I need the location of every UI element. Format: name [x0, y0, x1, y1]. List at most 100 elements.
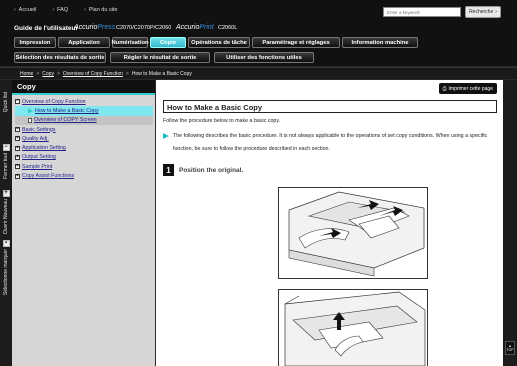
nav-copy[interactable]: Copie — [150, 37, 186, 48]
rail-open-new[interactable]: + Ouvrir Nouveau — [0, 190, 12, 234]
top-links: › Accueil › FAQ › Plan du site — [14, 7, 118, 13]
tree-item-label: How to Make a Basic Copy — [35, 107, 99, 114]
breadcrumb-overview[interactable]: Overview of Copy Function — [63, 71, 123, 77]
breadcrumb-separator: > — [125, 71, 129, 77]
rail-close-all[interactable]: − Fermer tout — [0, 144, 12, 179]
tree-item-label: Copy Assist Functions — [22, 173, 75, 180]
tree-item-overview[interactable]: − Overview of Copy Function — [15, 97, 155, 106]
breadcrumb-separator: > — [36, 71, 40, 77]
rail-quick-list[interactable]: Quick list — [0, 92, 12, 112]
brand-print-a: Accurio — [176, 24, 200, 31]
nav-machine-info[interactable]: Information machine — [342, 37, 418, 48]
nav-adjust-output[interactable]: Régler le résultat de sortie — [110, 52, 210, 63]
nav-application[interactable]: Application — [58, 37, 110, 48]
minus-icon: − — [2, 144, 10, 151]
tree-item-label: Output Setting — [22, 154, 56, 161]
lock-icon: ▪ — [2, 240, 10, 247]
step-number: 1 — [163, 164, 174, 176]
chevron-right-icon: › — [14, 7, 16, 13]
nav-settings[interactable]: Paramétrage et réglages — [252, 37, 340, 48]
chevron-right-icon: › — [52, 7, 55, 13]
printer-icon: ⎙ — [442, 85, 447, 92]
sitemap-link[interactable]: › Plan du site — [84, 7, 117, 13]
scroll-top-button[interactable]: ▲ TOP — [505, 341, 515, 355]
nav-output-selection[interactable]: Sélection des résultats de sortie — [14, 52, 106, 63]
search-button-label: Recherche — [469, 9, 494, 15]
tree-item-basic-copy[interactable]: How to Make a Basic Copy — [15, 106, 153, 116]
intro-text: Follow the procedure below to make a bas… — [163, 118, 281, 124]
tree-item-assist[interactable]: + Copy Assist Functions — [15, 171, 155, 180]
title-row: Guide de l'utilisateur AccurioPress C207… — [0, 22, 517, 36]
rail-quick-list-label: Quick list — [3, 92, 9, 113]
tree-item-basic-settings[interactable]: + Basic Settings — [15, 125, 155, 134]
rail-close-all-label: Fermer tout — [3, 153, 9, 179]
models-print: C2060L — [218, 25, 238, 31]
breadcrumb-home[interactable]: Home — [20, 71, 33, 77]
faq-link-label: FAQ — [57, 7, 69, 13]
note-text: The following describes the basic proced… — [173, 133, 488, 152]
tree-item-quality[interactable]: + Quality Adj. — [15, 134, 155, 143]
search-input[interactable] — [383, 7, 461, 17]
nav-printing[interactable]: Impression — [14, 37, 56, 48]
illustration-platen — [278, 289, 428, 366]
breadcrumb-separator: > — [56, 71, 60, 77]
rail-open-new-label: Ouvrir Nouveau — [3, 199, 9, 235]
rail-mark[interactable]: ▪ Sélectionne marquer — [0, 240, 12, 295]
step-1: 1 Position the original. — [163, 164, 243, 176]
faq-link[interactable]: › FAQ — [52, 7, 68, 13]
tree-item-output[interactable]: + Output Setting — [15, 153, 155, 162]
collapse-icon: − — [15, 98, 20, 105]
tree-item-label: Overview of COPY Screen — [34, 117, 97, 124]
tree-item-application[interactable]: + Application Setting — [15, 143, 155, 152]
page-title: How to Make a Basic Copy — [163, 100, 497, 113]
expand-icon: + — [15, 135, 20, 142]
tree-item-copy-screen[interactable]: Overview of COPY Screen — [15, 115, 153, 125]
triangle-bullet-icon — [163, 133, 169, 139]
chevron-right-icon: › — [84, 7, 86, 13]
expand-icon: + — [15, 153, 20, 160]
sidebar-heading: Copy — [12, 80, 155, 93]
home-link-label: Accueil — [18, 7, 37, 13]
print-page-button[interactable]: ⎙ Imprimer cette page — [438, 83, 497, 94]
expand-icon: + — [15, 172, 20, 179]
tree-item-label: Application Setting — [22, 145, 66, 152]
chevron-right-icon: › — [495, 9, 497, 15]
plus-icon: + — [2, 190, 10, 197]
brand-press-b: Press — [97, 24, 116, 31]
search-button[interactable]: Recherche › — [465, 6, 501, 18]
right-rail — [503, 80, 517, 366]
expand-icon: + — [15, 144, 20, 151]
main-content: ⎙ Imprimer cette page How to Make a Basic… — [156, 80, 503, 366]
nav-job-operations[interactable]: Opérations de tâche — [188, 37, 250, 48]
breadcrumb-current: How to Make a Basic Copy — [131, 71, 192, 77]
illustration-adf — [278, 187, 428, 279]
note: The following describes the basic proced… — [163, 130, 497, 156]
sub-nav: Sélection des résultats de sortie Régler… — [14, 52, 314, 63]
tree-item-sample-print[interactable]: + Sample Print — [15, 162, 155, 171]
sidebar: Copy − Overview of Copy Function How to M… — [12, 80, 155, 366]
tree-item-label: Basic Settings — [22, 126, 56, 133]
platen-drawing — [284, 291, 426, 366]
home-link[interactable]: › Accueil — [14, 7, 36, 13]
brand-logo-press: AccurioPress — [74, 24, 115, 31]
breadcrumb-copy[interactable]: Copy — [42, 71, 54, 77]
expand-icon: + — [15, 126, 20, 133]
rail-mark-label: Sélectionne marquer — [3, 249, 9, 296]
document-icon — [28, 117, 32, 123]
left-rail: Quick list − Fermer tout + Ouvrir Nouveau … — [0, 80, 12, 366]
arrow-right-icon — [28, 108, 33, 114]
tree-item-label: Quality Adj. — [22, 135, 49, 142]
nav-scan[interactable]: Numérisation — [111, 37, 149, 48]
brand-press-a: Accurio — [74, 24, 98, 31]
sitemap-link-label: Plan du site — [88, 7, 118, 13]
top-bar: ›Accueil ›FAQ ›Plan du site Recherche› — [0, 0, 517, 22]
guide-title: Guide de l'utilisateur — [14, 25, 79, 32]
scroll-top-label: TOP — [506, 348, 514, 352]
step-text: Position the original. — [179, 166, 244, 174]
tree-item-label: Overview of Copy Function — [22, 98, 86, 105]
brand-print-b: Print — [199, 24, 214, 31]
main-nav: Impression Application Numérisation Copi… — [14, 37, 418, 48]
tree-item-label: Sample Print — [22, 163, 53, 170]
sidebar-tree: − Overview of Copy Function How to Make a… — [12, 95, 155, 181]
nav-useful-functions[interactable]: Utiliser des fonctions utiles — [214, 52, 314, 63]
